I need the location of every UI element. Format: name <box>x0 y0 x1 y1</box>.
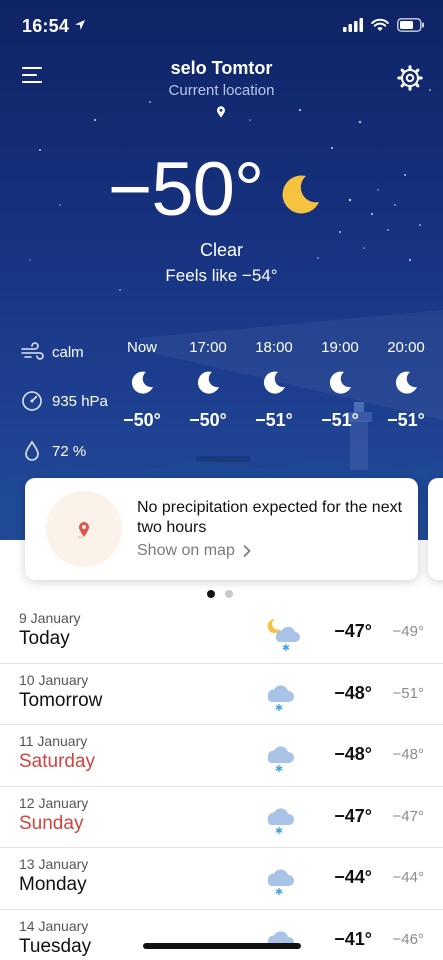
nowcast-card[interactable]: No precipitation expected for the next t… <box>25 478 418 580</box>
day-high: −48° <box>334 682 372 703</box>
day-row[interactable]: 11 January Saturday −48° −48° <box>0 725 443 787</box>
hour-item[interactable]: 18:00 −51° <box>242 336 306 431</box>
day-date: 12 January <box>19 794 89 811</box>
show-on-map-link[interactable]: Show on map <box>137 542 251 560</box>
signal-icon <box>343 18 363 32</box>
hour-time: Now <box>126 339 157 356</box>
hour-item[interactable]: Now −50° <box>110 336 174 431</box>
day-name: Tomorrow <box>19 689 103 711</box>
day-low: −46° <box>392 930 424 948</box>
day-high: −41° <box>334 928 372 949</box>
next-card-peek[interactable] <box>428 478 443 580</box>
settings-button[interactable] <box>397 65 423 91</box>
day-date: 11 January <box>19 733 88 749</box>
nowcast-message: No precipitation expected for the next t… <box>137 499 403 536</box>
day-date: 14 January <box>19 917 89 934</box>
daily-forecast-list: 9 January Today −47° −49° 10 January Tom… <box>0 602 443 960</box>
hour-time: 20:00 <box>387 339 425 356</box>
status-bar: 16:54 <box>0 0 443 52</box>
current-condition: Clear <box>199 240 243 260</box>
wind-value: calm <box>52 343 84 361</box>
day-name: Today <box>19 628 70 649</box>
snow-cloud-icon <box>267 684 295 711</box>
map-pin-icon <box>77 522 89 538</box>
hour-temp: −51° <box>255 410 293 430</box>
home-indicator[interactable] <box>143 943 301 949</box>
day-date: 9 January <box>19 610 81 626</box>
pager-dots <box>207 590 233 598</box>
day-low: −48° <box>392 746 424 763</box>
day-high: −47° <box>334 621 372 641</box>
pressure-icon <box>20 389 44 413</box>
snow-cloud-icon <box>267 746 295 773</box>
chevron-right-icon <box>243 545 251 557</box>
day-low: −51° <box>392 684 424 702</box>
map-thumbnail <box>46 491 122 567</box>
feels-like: Feels like −54° <box>165 266 278 285</box>
humidity-value: 72 % <box>52 442 87 460</box>
hourly-forecast[interactable]: Now −50° 17:00 −50° 18:00 −51° 19:00 −51… <box>110 336 443 466</box>
show-on-map-label: Show on map <box>137 542 235 559</box>
location-pin-icon <box>217 106 225 118</box>
snow-cloud-icon <box>267 930 295 948</box>
snow-cloud-icon <box>267 869 295 896</box>
hour-time: 17:00 <box>189 339 227 356</box>
day-high: −47° <box>334 805 372 826</box>
hour-time: 19:00 <box>321 339 359 356</box>
day-row[interactable]: 13 January Monday −44° −44° <box>0 848 443 910</box>
moon-icon <box>329 371 351 394</box>
location-header[interactable]: selo Tomtor Current location <box>0 58 443 99</box>
droplet-icon <box>20 439 44 463</box>
day-date: 10 January <box>19 671 89 688</box>
day-low: −47° <box>392 807 424 825</box>
hour-item[interactable]: 19:00 −51° <box>308 336 372 431</box>
day-name: Sunday <box>19 812 84 834</box>
location-subtitle: Current location <box>168 82 275 99</box>
day-name: Monday <box>19 874 87 895</box>
wind-detail: calm <box>20 340 84 364</box>
day-name: Saturday <box>19 751 96 772</box>
day-low: −44° <box>392 869 424 886</box>
hour-item[interactable]: 20:00 −51° <box>374 336 438 431</box>
location-name: selo Tomtor <box>170 58 273 78</box>
day-name: Tuesday <box>19 935 92 957</box>
day-low: −49° <box>392 623 424 640</box>
gear-icon <box>397 65 423 91</box>
day-row[interactable]: 9 January Today −47° −49° <box>0 602 443 664</box>
location-arrow-icon <box>75 20 85 30</box>
moon-icon <box>263 371 285 394</box>
day-high: −48° <box>334 744 372 764</box>
humidity-detail: 72 % <box>20 439 86 463</box>
day-row[interactable]: 12 January Sunday −47° −47° <box>0 787 443 848</box>
pager-dot <box>207 590 215 598</box>
battery-icon <box>397 18 424 32</box>
pressure-value: 935 hPa <box>52 392 108 410</box>
moon-icon <box>131 371 153 394</box>
wifi-icon <box>371 18 389 31</box>
day-row[interactable]: 14 January Tuesday −41° −46° <box>0 910 443 960</box>
hour-temp: −51° <box>387 410 425 430</box>
day-high: −44° <box>334 867 372 887</box>
hour-temp: −51° <box>321 410 359 430</box>
hour-temp: −50° <box>189 410 227 430</box>
snow-cloud-icon <box>267 807 295 834</box>
hour-temp: −50° <box>123 410 161 430</box>
current-temperature: −50° <box>108 147 264 232</box>
day-row[interactable]: 10 January Tomorrow −48° −51° <box>0 664 443 725</box>
hour-time: 18:00 <box>255 339 293 356</box>
status-time: 16:54 <box>22 16 70 36</box>
moon-icon <box>197 371 219 394</box>
moon-icon <box>282 175 319 214</box>
wind-icon <box>20 340 44 364</box>
moon-icon <box>395 371 417 394</box>
day-date: 13 January <box>19 856 89 872</box>
pressure-detail: 935 hPa <box>20 389 108 413</box>
status-icons <box>343 18 425 32</box>
hour-item[interactable]: 17:00 −50° <box>176 336 240 431</box>
snow-night-icon <box>267 618 300 652</box>
pager-dot <box>225 590 233 598</box>
